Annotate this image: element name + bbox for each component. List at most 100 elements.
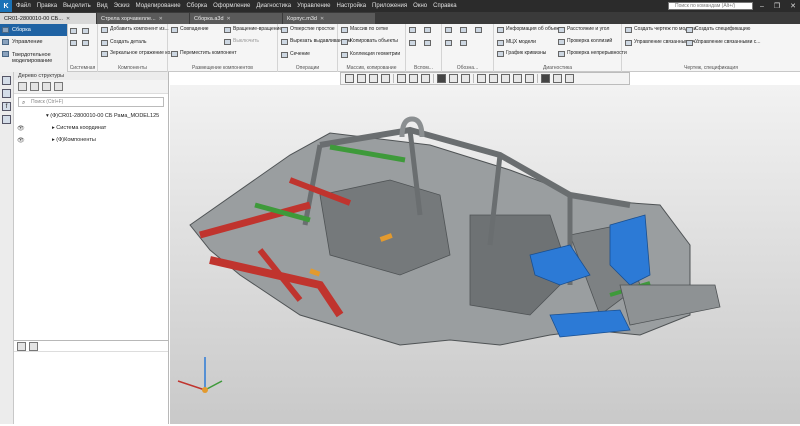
restore-icon[interactable]: ❐ (774, 2, 780, 10)
grid-icon[interactable] (501, 74, 510, 83)
coincidence-button[interactable]: Совпадение (171, 26, 209, 33)
check-collisions-button[interactable]: Проверка коллизий (558, 38, 613, 45)
button-label: Массив по сетке (350, 26, 389, 32)
parameters-icon[interactable] (2, 89, 11, 98)
rotation-button[interactable]: Вращение-вращение (224, 26, 282, 33)
tree-item-components[interactable]: ▸ (Ф)Компоненты (52, 137, 96, 143)
tree-search-input[interactable]: ⌕ Поиск (Ctrl+F) (18, 97, 164, 107)
mode-selector: Сборка Управление Твердотельное моделиро… (0, 24, 68, 72)
settings-icon[interactable] (525, 74, 534, 83)
tree-item-coordinate-system[interactable]: ▸ Система координат (52, 125, 106, 131)
group-placement: Совпадение Вращение-вращение Выключить П… (168, 24, 282, 72)
tree-settings-icon[interactable] (54, 82, 63, 91)
close-tab-icon[interactable]: ✕ (320, 16, 324, 22)
properties-list-icon[interactable] (29, 341, 38, 351)
layers-icon[interactable] (489, 74, 498, 83)
mode-assembly[interactable]: Сборка (0, 24, 67, 36)
menu-window[interactable]: Окно (413, 3, 427, 9)
menu-design[interactable]: Оформление (213, 3, 250, 9)
check-continuity-button[interactable]: Проверка непрерывности (558, 50, 627, 57)
menu-modeling[interactable]: Моделирование (136, 3, 181, 9)
tree-filter-icon[interactable] (42, 82, 51, 91)
menu-help[interactable]: Справка (433, 3, 457, 9)
chassis-model[interactable] (170, 85, 800, 424)
button-label: Проверка коллизий (567, 38, 613, 44)
menu-diagnostics[interactable]: Диагностика (256, 3, 291, 9)
display-mode-icon[interactable] (461, 74, 470, 83)
tree-mode-icon[interactable] (18, 82, 27, 91)
tab-document-3[interactable]: Сборка.a3d ✕ (190, 13, 282, 24)
close-tab-icon[interactable]: ✕ (66, 16, 70, 22)
copy-objects-button[interactable]: Копировать объекты (341, 38, 398, 45)
menu-sketch[interactable]: Эскиз (114, 3, 130, 9)
menu-management[interactable]: Управление (297, 3, 330, 9)
zoom-fit-icon[interactable] (345, 74, 354, 83)
array-grid-button[interactable]: Массив по сетке (341, 26, 389, 33)
mass-props-button[interactable]: МЦХ модели (497, 39, 536, 46)
create-spec-button[interactable]: Создать спецификацию (686, 26, 750, 33)
tree-item-root[interactable]: ▾ (Ф)CR01-2800010-00 СБ Рама_MODEL125 (46, 113, 159, 119)
tab-document-1[interactable]: CR01-2800010-00 СБ... ✕ (0, 13, 96, 24)
tab-label: Сборка.a3d (194, 15, 224, 22)
close-tab-icon[interactable]: ✕ (159, 16, 163, 22)
pencil-icon[interactable] (565, 74, 574, 83)
button-label: Управление связанными с... (695, 39, 761, 45)
button-label: Добавить компонент из... (110, 26, 169, 32)
mirror-button[interactable]: Зеркальное отражение ко... (101, 50, 174, 57)
solid-icon (2, 51, 9, 57)
zoom-box-icon[interactable] (357, 74, 366, 83)
section-view-icon[interactable] (409, 74, 418, 83)
menu-assembly[interactable]: Сборка (187, 3, 208, 9)
tab-document-4[interactable]: Корпус.m3d ✕ (283, 13, 375, 24)
filter-icon[interactable] (541, 74, 550, 83)
create-part-button[interactable]: Создать деталь (101, 39, 146, 46)
add-component-button[interactable]: Добавить компонент из... (101, 26, 169, 33)
mode-label: Сборка (12, 27, 31, 33)
group-label: Массив, копирование (346, 65, 397, 71)
function-icon[interactable]: f (2, 102, 11, 111)
menu-file[interactable]: Файл (16, 3, 31, 9)
tree-panel-icon[interactable] (2, 76, 11, 85)
measure-icon[interactable] (513, 74, 522, 83)
tab-document-2[interactable]: Стрела хорчавелле... ✕ (97, 13, 189, 24)
distance-angle-button[interactable]: Расстояние и угол (558, 26, 609, 33)
group-label: Операции (295, 65, 320, 71)
shaded-display-icon[interactable] (437, 74, 446, 83)
pan-icon[interactable] (369, 74, 378, 83)
menu-settings[interactable]: Настройка (337, 3, 367, 9)
command-search-input[interactable]: Поиск по командам (Alt+/) (668, 2, 753, 10)
visibility-eye-icon[interactable]: 👁 (17, 137, 25, 144)
close-tab-icon[interactable]: ✕ (227, 16, 231, 22)
tree-structure-icon[interactable] (30, 82, 39, 91)
manage-linked-spec-button[interactable]: Управление связанными с... (686, 39, 761, 46)
filter-options-icon[interactable] (553, 74, 562, 83)
menu-select[interactable]: Выделить (63, 3, 91, 9)
button-label: Переместить компонент (180, 50, 237, 56)
properties-icon[interactable] (17, 341, 26, 351)
mode-solid-modeling[interactable]: Твердотельное моделирование (0, 48, 67, 68)
info-button[interactable]: Информация об объекте (497, 26, 564, 33)
hole-button[interactable]: Отверстие простое (281, 26, 335, 33)
wireframe-icon[interactable] (449, 74, 458, 83)
model-viewport[interactable] (170, 85, 800, 424)
close-icon[interactable]: ✕ (790, 2, 796, 10)
curvature-graph-button[interactable]: График кривизны (497, 50, 546, 57)
geometry-collection-button[interactable]: Коллекция геометрии (341, 51, 400, 58)
group-label: Системная (69, 65, 96, 71)
visibility-eye-icon[interactable]: 👁 (17, 125, 25, 132)
group-auxiliary: Вспом... (406, 24, 442, 72)
layers-panel-icon[interactable] (2, 115, 11, 124)
cube-view-icon[interactable] (421, 74, 430, 83)
move-component-button[interactable]: Переместить компонент (171, 50, 237, 57)
rotate-icon[interactable] (381, 74, 390, 83)
mode-management[interactable]: Управление (0, 36, 67, 48)
visibility-icon[interactable] (477, 74, 486, 83)
orientation-icon[interactable] (397, 74, 406, 83)
menu-edit[interactable]: Правка (37, 3, 57, 9)
button-label: Выключить (233, 38, 260, 44)
menu-view[interactable]: Вид (97, 3, 108, 9)
section-button[interactable]: Сечение (281, 51, 310, 58)
disable-button[interactable]: Выключить (224, 38, 260, 45)
menu-applications[interactable]: Приложения (372, 3, 407, 9)
minimize-icon[interactable]: – (760, 3, 764, 10)
